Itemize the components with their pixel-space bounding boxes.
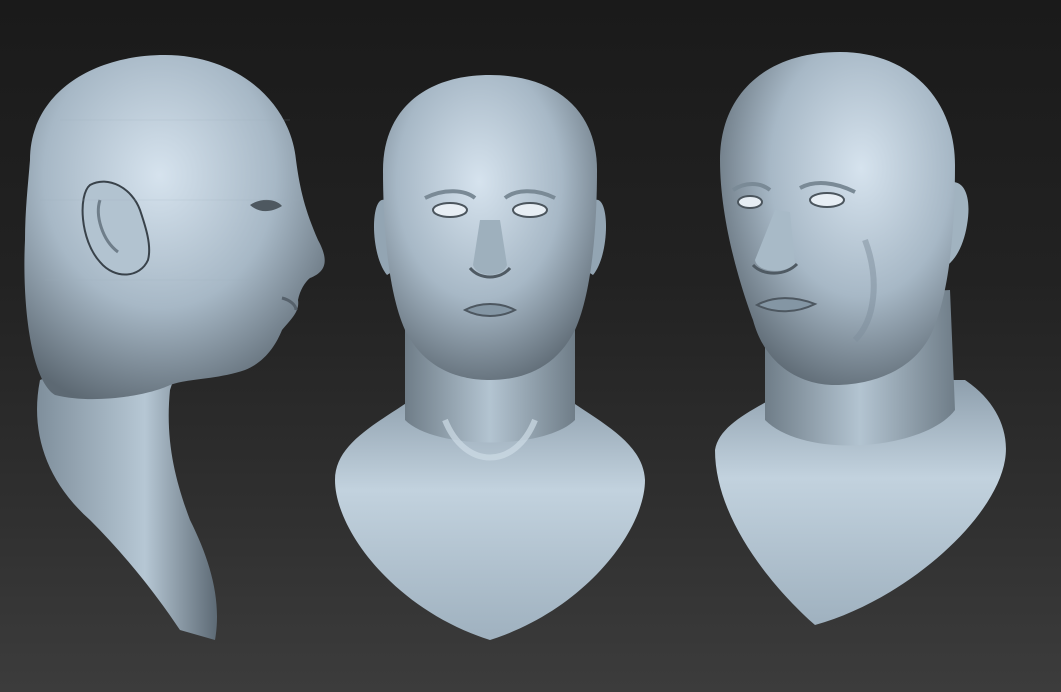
profile-bust [24,55,325,640]
sculpt-viewport [0,0,1061,692]
front-mouth [462,303,518,317]
profile-head [24,55,325,400]
profile-neck [37,360,218,640]
tq-eye-right [809,192,845,208]
tq-eye-left [737,195,763,209]
front-eye-right [512,202,548,218]
tq-head [720,52,955,385]
three-quarter-bust [715,52,1006,625]
front-eye-left [432,202,468,218]
front-bust [335,75,645,640]
